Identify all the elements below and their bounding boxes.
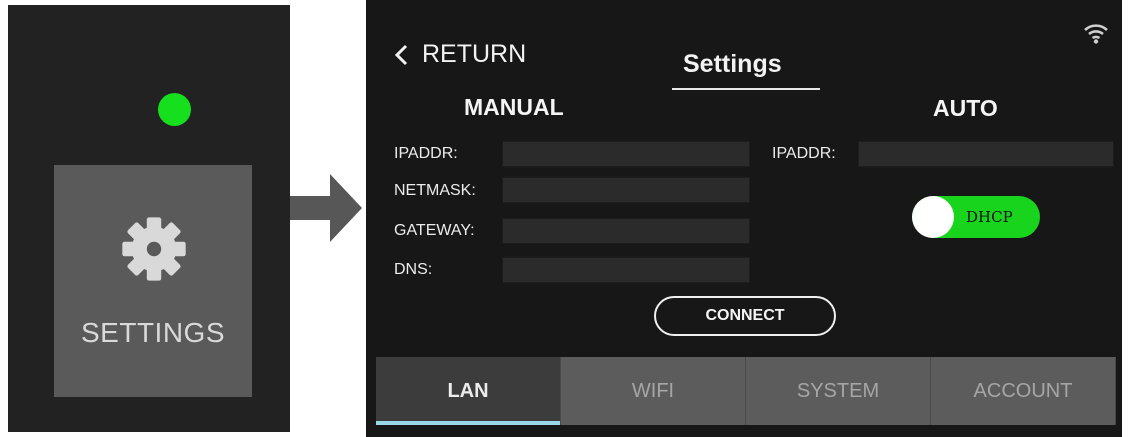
netmask-input[interactable] [502, 177, 750, 203]
tab-account[interactable]: ACCOUNT [931, 357, 1116, 425]
page-title: Settings [683, 50, 782, 78]
title-underline [672, 88, 820, 90]
gateway-input[interactable] [502, 218, 750, 244]
home-screen: SETTINGS [8, 5, 290, 432]
wifi-icon [1084, 24, 1108, 44]
ipaddr-input[interactable] [502, 141, 750, 167]
status-indicator-dot [158, 93, 191, 126]
auto-section-title: AUTO [933, 95, 998, 121]
tab-wifi[interactable]: WIFI [561, 357, 746, 425]
manual-section-title: MANUAL [464, 94, 564, 120]
auto-ipaddr-label: IPADDR: [772, 145, 836, 162]
tab-label: WIFI [631, 379, 675, 402]
toggle-knob [912, 196, 954, 238]
tab-bar: LAN WIFI SYSTEM ACCOUNT [376, 357, 1116, 425]
dns-label: DNS: [394, 261, 433, 278]
settings-tile[interactable]: SETTINGS [54, 165, 252, 397]
tab-label: LAN [447, 379, 489, 402]
tab-label: SYSTEM [796, 379, 880, 402]
connect-button[interactable]: CONNECT [654, 296, 836, 336]
return-button[interactable]: RETURN [394, 40, 526, 69]
tab-system[interactable]: SYSTEM [746, 357, 931, 425]
settings-tile-label: SETTINGS [80, 317, 225, 348]
dhcp-label: DHCP [966, 208, 1013, 226]
auto-ipaddr-input [858, 141, 1114, 167]
dns-input[interactable] [502, 257, 750, 283]
tab-lan[interactable]: LAN [376, 357, 561, 425]
arrow-right-icon [290, 174, 362, 242]
settings-screen: RETURN Settings MANUAL AUTO IPADDR: NETM… [366, 0, 1122, 437]
return-label: RETURN [422, 40, 527, 68]
netmask-label: NETMASK: [394, 182, 476, 199]
tab-label: ACCOUNT [973, 379, 1073, 402]
gateway-label: GATEWAY: [394, 222, 475, 239]
dhcp-toggle[interactable]: DHCP [912, 196, 1040, 238]
ipaddr-label: IPADDR: [394, 145, 458, 162]
chevron-left-icon [394, 44, 408, 65]
gear-icon [122, 217, 186, 281]
